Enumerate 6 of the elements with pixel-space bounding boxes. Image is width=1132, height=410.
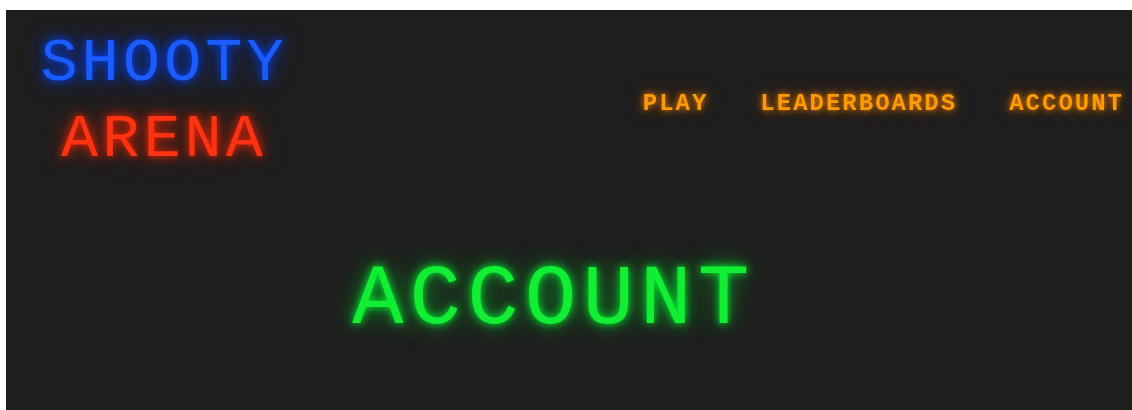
nav-link[interactable]: LEADERBOARDS	[760, 86, 958, 122]
logo-text: SHOOTY	[40, 28, 288, 100]
page-heading: ACCOUNT	[352, 250, 756, 350]
nav-link[interactable]: PLAY	[642, 86, 709, 122]
logo-text: ARENA	[61, 103, 267, 177]
nav-link[interactable]: ACCOUNT	[1009, 86, 1124, 122]
